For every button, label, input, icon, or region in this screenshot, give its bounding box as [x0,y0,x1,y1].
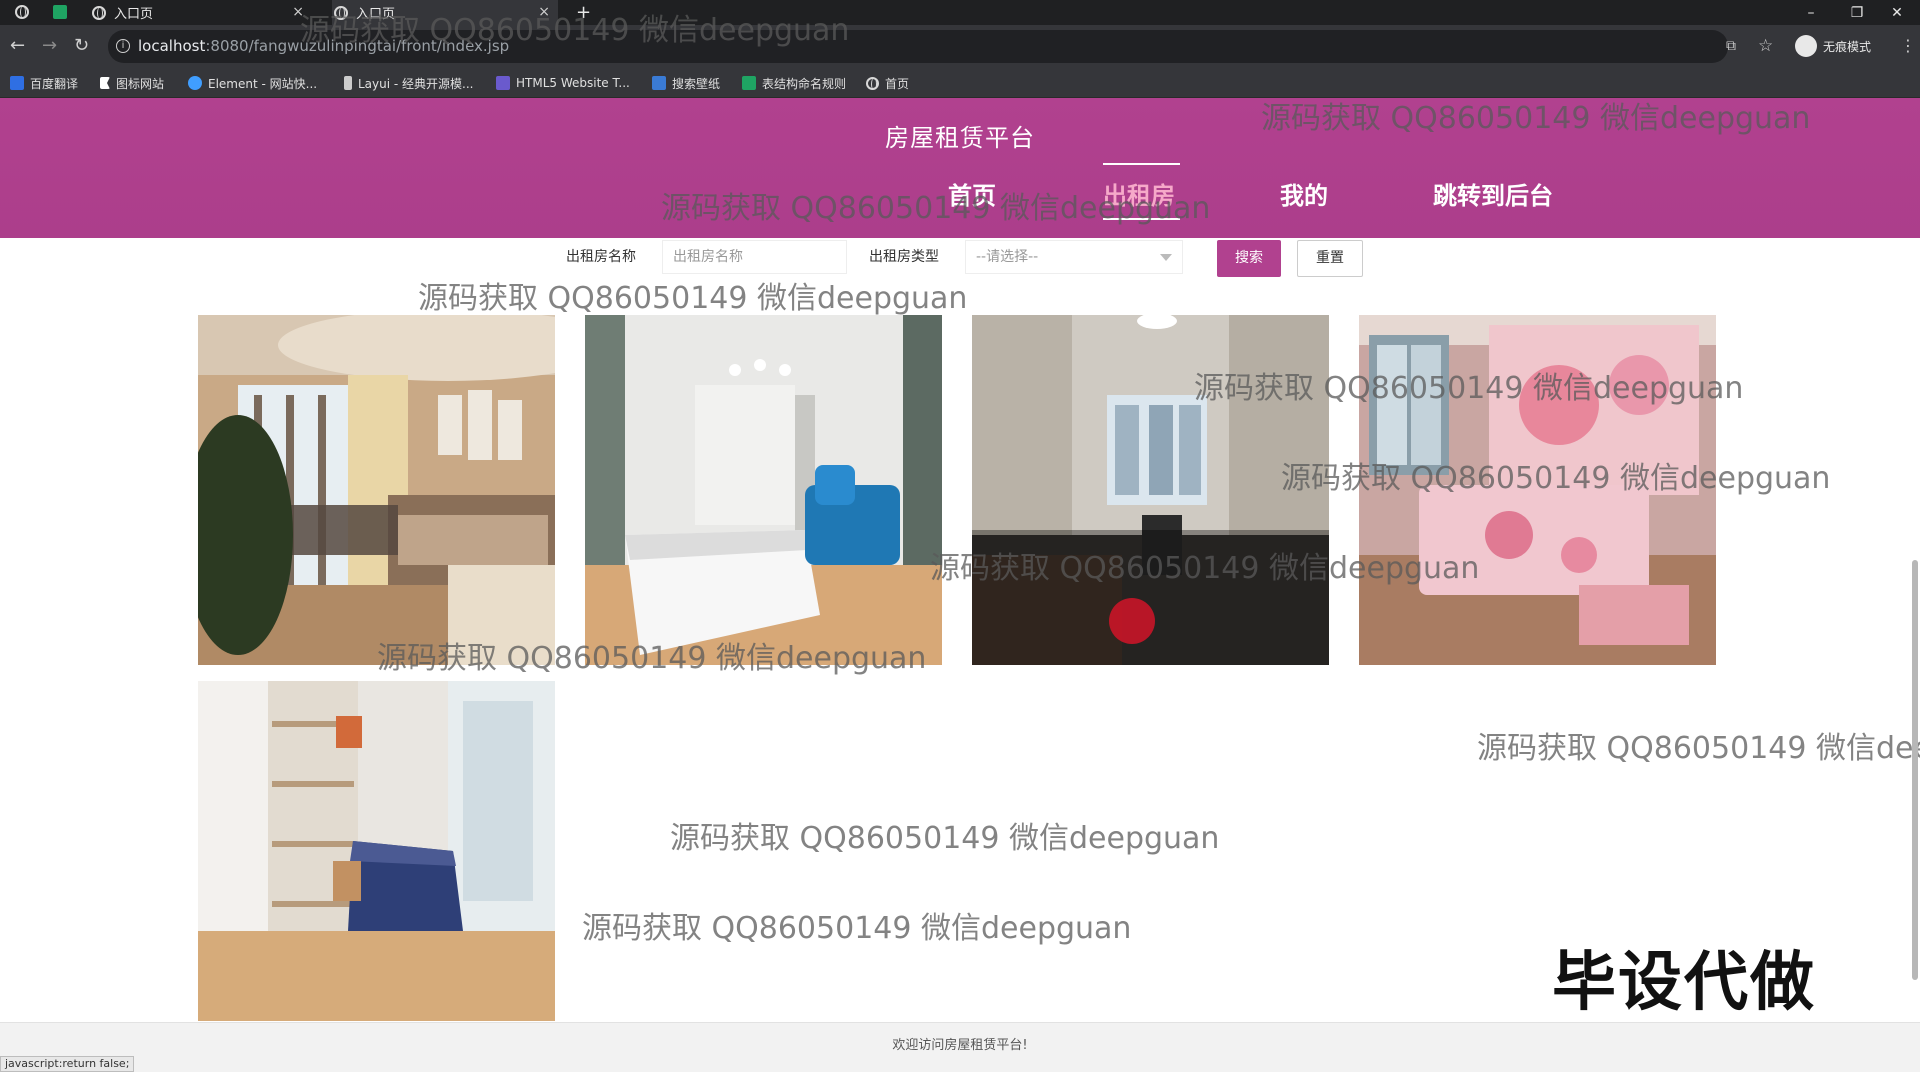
watermark: 源码获取 QQ86050149 微信deepguan [670,821,1220,856]
bookmark-icon-site[interactable]: 图标网站 [100,74,164,92]
nav-item-rentals[interactable]: 出租房 [1103,176,1175,211]
watermark: 源码获取 QQ86050149 微信deepguan [582,911,1132,946]
watermark: 源码获取 QQ86050149 微信dee [1477,731,1920,766]
bedroom-white-photo [585,315,942,665]
rental-type-selected: --请选择-- [976,249,1039,265]
globe-icon [92,5,106,20]
status-bar: javascript:return false; [0,1056,135,1072]
rental-name-label: 出租房名称 [566,249,636,265]
globe-icon [334,5,348,20]
html5-icon [496,76,510,90]
nav-item-mine[interactable]: 我的 [1280,176,1328,211]
incognito-icon [1795,35,1817,57]
url-path: :8080/fangwuzulinpingtai/front/index.jsp [205,37,510,55]
wallpaper-icon [652,76,666,90]
bookmarks-bar: 百度翻译 图标网站 Element - 网站快... Layui - 经典开源模… [0,68,1920,98]
browser-toolbar: ← → ↻ i localhost:8080/fangwuzulinpingta… [0,25,1920,68]
bookmark-baidu-translate[interactable]: 百度翻译 [10,74,78,92]
close-icon[interactable]: × [292,4,304,20]
search-button[interactable]: 搜索 [1217,240,1281,277]
element-icon [188,76,202,90]
bookmark-label: HTML5 Website T... [516,76,630,90]
pink-bedroom-photo [1359,315,1716,665]
tab-1[interactable]: 入口页 × [92,0,312,25]
address-bar[interactable]: i localhost:8080/fangwuzulinpingtai/fron… [108,30,1773,63]
tab-2[interactable]: 入口页 × [332,0,558,25]
rental-name-input[interactable]: 出租房名称 [662,240,847,274]
globe-icon [866,76,879,90]
star-icon[interactable]: ☆ [1758,36,1773,56]
bookmark-label: 百度翻译 [30,76,79,91]
bookmark-label: 首页 [885,76,910,91]
bookmark-element[interactable]: Element - 网站快... [188,74,317,92]
info-icon[interactable]: i [116,39,130,53]
bookmark-label: Element - 网站快... [208,76,318,91]
back-button[interactable]: ← [10,37,25,55]
new-tab-button[interactable]: + [576,0,596,25]
incognito-label: 无痕模式 [1823,39,1872,54]
bookmark-label: Layui - 经典开源模... [358,76,474,91]
translate-icon[interactable]: ⧉ [1726,38,1736,54]
bookmark-label: 图标网站 [116,76,165,91]
nav-active-underline [1103,218,1180,220]
forward-button[interactable]: → [42,37,57,55]
listing-card[interactable] [198,315,555,665]
baidu-translate-icon [10,76,24,90]
bookmark-naming-rules[interactable]: 表结构命名规则 [742,74,846,92]
screen: 入口页 × 入口页 × + – ❐ ✕ ← → ↻ i localhost:80… [0,0,1920,1072]
corner-stamp: 毕设代做 [1552,946,1816,1020]
incognito-indicator[interactable]: 无痕模式 [1795,33,1871,59]
small-bedroom-photo [198,681,555,1021]
menu-icon[interactable]: ⋮ [1900,36,1916,55]
reload-button[interactable]: ↻ [74,37,89,55]
listing-card[interactable] [585,315,942,665]
layui-icon [344,76,352,90]
bookmark-wallpaper[interactable]: 搜索壁纸 [652,74,720,92]
bookmark-home[interactable]: 首页 [866,74,909,92]
living-room-photo [198,315,555,665]
footer-text: 欢迎访问房屋租赁平台! [892,1038,1028,1053]
tab-title: 入口页 [114,7,154,22]
url-host: localhost [138,37,206,55]
listing-card[interactable] [1359,315,1716,665]
sheet-icon [742,76,756,90]
browser-logo-icon [15,5,29,19]
window-close-button[interactable]: ✕ [1874,0,1920,25]
bookmark-layui[interactable]: Layui - 经典开源模... [344,74,473,92]
nav-active-top-line [1103,163,1180,165]
bookmark-html5[interactable]: HTML5 Website T... [496,74,630,92]
site-title: 房屋租赁平台 [885,124,1035,152]
scrollbar-thumb[interactable] [1912,560,1918,980]
url-text[interactable]: localhost:8080/fangwuzulinpingtai/front/… [138,37,509,55]
browser-tab-bar: 入口页 × 入口页 × + – ❐ ✕ [0,0,1920,25]
reset-button[interactable]: 重置 [1297,240,1363,277]
rental-type-select[interactable]: --请选择-- [965,240,1183,274]
nav-item-admin[interactable]: 跳转到后台 [1433,176,1553,211]
click-indicator [1109,598,1155,644]
close-icon[interactable]: × [538,4,550,20]
tab-title: 入口页 [356,7,396,22]
chevron-down-icon [1160,254,1172,261]
watermark: 源码获取 QQ86050149 微信deepguan [418,281,968,316]
nav-item-home[interactable]: 首页 [948,176,996,211]
minimize-button[interactable]: – [1788,0,1834,25]
bookmark-label: 搜索壁纸 [672,76,721,91]
flag-icon [100,77,110,89]
listing-card[interactable] [198,681,555,1021]
bookmark-label: 表结构命名规则 [762,76,847,91]
rental-type-label: 出租房类型 [869,249,939,265]
sheet-icon[interactable] [53,5,67,19]
